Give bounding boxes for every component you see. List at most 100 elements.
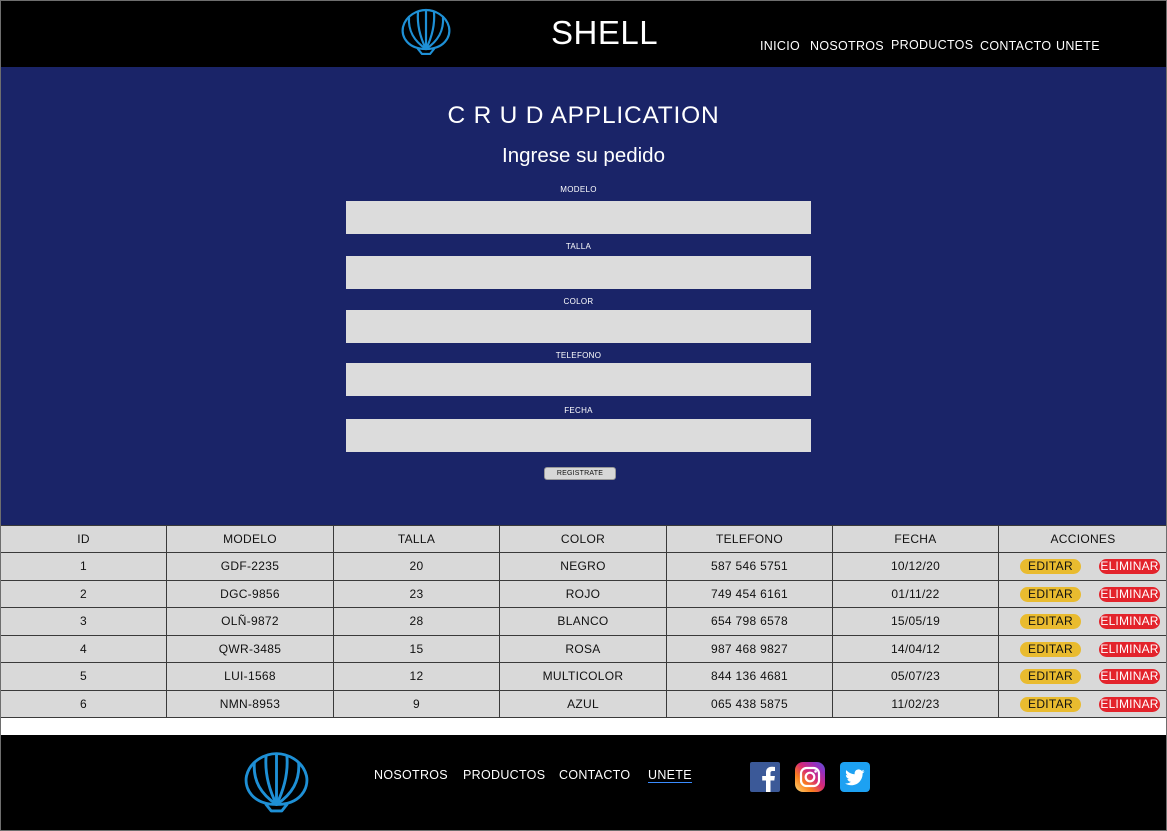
shell-logo-icon[interactable] — [240, 749, 313, 813]
cell-telefono: 654 798 6578 — [666, 607, 833, 636]
footer-nav-contacto[interactable]: CONTACTO — [559, 768, 630, 782]
col-header-fecha: FECHA — [832, 525, 999, 553]
fecha-input[interactable] — [346, 419, 811, 452]
instagram-icon[interactable] — [795, 762, 825, 792]
cell-acciones: EDITAR ELIMINAR — [998, 689, 1167, 718]
table-row: 3 OLÑ-9872 28 BLANCO 654 798 6578 15/05/… — [0, 607, 1167, 636]
cell-telefono: 065 438 5875 — [666, 689, 833, 718]
table-row: 1 GDF-2235 20 NEGRO 587 546 5751 10/12/2… — [0, 552, 1167, 581]
cell-talla: 15 — [333, 634, 500, 663]
cell-fecha: 10/12/20 — [832, 552, 999, 581]
delete-button[interactable]: ELIMINAR — [1099, 614, 1160, 629]
nav-inicio[interactable]: INICIO — [760, 39, 800, 53]
cell-talla: 20 — [333, 552, 500, 581]
cell-telefono: 844 136 4681 — [666, 662, 833, 691]
cell-talla: 12 — [333, 662, 500, 691]
col-header-id: ID — [0, 525, 167, 553]
cell-acciones: EDITAR ELIMINAR — [998, 662, 1167, 691]
cell-modelo: GDF-2235 — [166, 552, 334, 581]
twitter-icon[interactable] — [840, 762, 870, 792]
cell-acciones: EDITAR ELIMINAR — [998, 634, 1167, 663]
delete-button[interactable]: ELIMINAR — [1099, 586, 1160, 602]
cell-color: BLANCO — [499, 607, 667, 636]
telefono-input[interactable] — [346, 363, 811, 396]
cell-color: MULTICOLOR — [499, 662, 667, 691]
cell-fecha: 15/05/19 — [832, 607, 999, 636]
form-subtitle: Ingrese su pedido — [502, 144, 665, 167]
modelo-label: MODELO — [560, 185, 597, 194]
cell-id: 1 — [0, 552, 167, 581]
cell-id: 2 — [0, 579, 167, 608]
cell-telefono: 987 468 9827 — [666, 634, 833, 663]
shell-logo-icon[interactable] — [398, 7, 454, 55]
cell-modelo: QWR-3485 — [166, 634, 334, 663]
color-input[interactable] — [346, 310, 811, 343]
cell-acciones: EDITAR ELIMINAR — [998, 579, 1167, 608]
facebook-icon[interactable] — [750, 762, 780, 792]
register-button[interactable]: REGISTRATE — [544, 467, 616, 480]
footer-nav-nosotros[interactable]: NOSOTROS — [374, 768, 448, 782]
site-header: SHELL INICIO NOSOTROS PRODUCTOS CONTACTO… — [0, 0, 1167, 67]
cell-modelo: LUI-1568 — [166, 662, 334, 691]
cell-fecha: 11/02/23 — [832, 689, 999, 718]
site-footer: NOSOTROS PRODUCTOS CONTACTO UNETE — [0, 735, 1167, 831]
table-row: 5 LUI-1568 12 MULTICOLOR 844 136 4681 05… — [0, 662, 1167, 691]
edit-button[interactable]: EDITAR — [1020, 696, 1081, 712]
nav-unete[interactable]: UNETE — [1056, 39, 1100, 53]
col-header-talla: TALLA — [333, 525, 500, 553]
table-header-row: ID MODELO TALLA COLOR TELEFONO FECHA ACC… — [0, 525, 1167, 553]
col-header-acciones: ACCIONES — [998, 525, 1167, 553]
footer-nav-unete[interactable]: UNETE — [648, 768, 692, 783]
nav-contacto[interactable]: CONTACTO — [980, 39, 1051, 53]
edit-button[interactable]: EDITAR — [1020, 559, 1081, 574]
cell-color: AZUL — [499, 689, 667, 718]
orders-table: ID MODELO TALLA COLOR TELEFONO FECHA ACC… — [0, 525, 1167, 718]
cell-acciones: EDITAR ELIMINAR — [998, 552, 1167, 581]
cell-fecha: 01/11/22 — [832, 579, 999, 608]
order-form-section: C R U D APPLICATION Ingrese su pedido MO… — [0, 67, 1167, 525]
cell-telefono: 749 454 6161 — [666, 579, 833, 608]
cell-id: 3 — [0, 607, 167, 636]
edit-button[interactable]: EDITAR — [1020, 669, 1081, 684]
cell-acciones: EDITAR ELIMINAR — [998, 607, 1167, 636]
delete-button[interactable]: ELIMINAR — [1099, 696, 1160, 712]
cell-color: NEGRO — [499, 552, 667, 581]
cell-id: 5 — [0, 662, 167, 691]
col-header-telefono: TELEFONO — [666, 525, 833, 553]
cell-color: ROJO — [499, 579, 667, 608]
delete-button[interactable]: ELIMINAR — [1099, 669, 1160, 684]
talla-label: TALLA — [565, 242, 592, 251]
cell-id: 6 — [0, 689, 167, 718]
fecha-label: FECHA — [564, 406, 593, 415]
cell-fecha: 14/04/12 — [832, 634, 999, 663]
cell-modelo: DGC-9856 — [166, 579, 334, 608]
nav-productos[interactable]: PRODUCTOS — [891, 38, 973, 52]
edit-button[interactable]: EDITAR — [1020, 614, 1081, 629]
footer-nav-productos[interactable]: PRODUCTOS — [463, 768, 545, 782]
color-label: COLOR — [563, 297, 594, 306]
brand-name: SHELL — [551, 14, 659, 51]
table-row: 2 DGC-9856 23 ROJO 749 454 6161 01/11/22… — [0, 579, 1167, 608]
cell-modelo: NMN-8953 — [166, 689, 334, 718]
edit-button[interactable]: EDITAR — [1020, 641, 1081, 657]
cell-fecha: 05/07/23 — [832, 662, 999, 691]
table-row: 6 NMN-8953 9 AZUL 065 438 5875 11/02/23 … — [0, 689, 1167, 718]
cell-talla: 28 — [333, 607, 500, 636]
delete-button[interactable]: ELIMINAR — [1099, 641, 1160, 657]
cell-color: ROSA — [499, 634, 667, 663]
cell-talla: 23 — [333, 579, 500, 608]
delete-button[interactable]: ELIMINAR — [1099, 559, 1160, 574]
cell-talla: 9 — [333, 689, 500, 718]
cell-modelo: OLÑ-9872 — [166, 607, 334, 636]
edit-button[interactable]: EDITAR — [1020, 586, 1081, 602]
nav-nosotros[interactable]: NOSOTROS — [810, 39, 884, 53]
table-row: 4 QWR-3485 15 ROSA 987 468 9827 14/04/12… — [0, 634, 1167, 663]
col-header-modelo: MODELO — [166, 525, 334, 553]
cell-telefono: 587 546 5751 — [666, 552, 833, 581]
modelo-input[interactable] — [346, 201, 811, 234]
talla-input[interactable] — [346, 256, 811, 289]
telefono-label: TELEFONO — [555, 351, 602, 360]
page-title: C R U D APPLICATION — [447, 102, 720, 129]
cell-id: 4 — [0, 634, 167, 663]
col-header-color: COLOR — [499, 525, 667, 553]
